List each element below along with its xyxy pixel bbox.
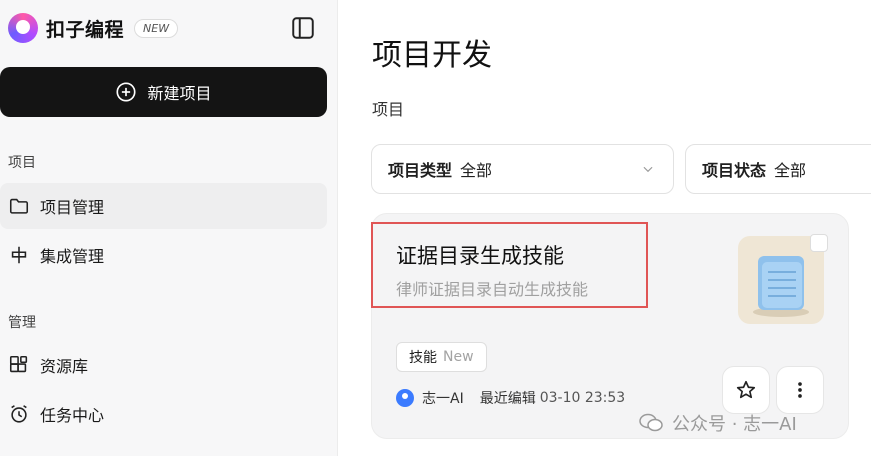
new-badge: NEW bbox=[134, 18, 179, 38]
card-description: 律师证据目录自动生成技能 bbox=[396, 280, 589, 299]
star-icon bbox=[736, 380, 756, 399]
more-vertical-icon bbox=[798, 382, 802, 398]
resource-grid-icon bbox=[9, 355, 28, 373]
filter-value: 全部 bbox=[774, 161, 807, 180]
sidebar-item-label: 项目管理 bbox=[40, 198, 105, 217]
plus-circle-icon bbox=[116, 82, 137, 102]
card-title[interactable]: 证据目录生成技能 bbox=[396, 240, 564, 270]
avatar bbox=[396, 389, 414, 407]
filter-project-type[interactable]: 项目类型 全部 bbox=[371, 144, 674, 194]
sidebar-item-label: 任务中心 bbox=[40, 406, 105, 425]
new-project-button[interactable]: 新建项目 bbox=[0, 67, 327, 117]
main-content: 项目开发 项目 项目类型 全部 项目状态 全部 证据目录生成技能 律师证据目录自… bbox=[338, 0, 871, 456]
filter-project-status[interactable]: 项目状态 全部 bbox=[685, 144, 871, 194]
wechat-icon bbox=[639, 413, 663, 432]
card-select-checkbox[interactable] bbox=[810, 234, 828, 252]
alarm-clock-icon bbox=[11, 405, 27, 423]
filter-value: 全部 bbox=[460, 161, 493, 180]
section-subtitle: 项目 bbox=[372, 100, 405, 119]
watermark: 公众号 · 志一AI bbox=[638, 410, 797, 436]
new-project-label: 新建项目 bbox=[147, 84, 212, 103]
brand-name: 扣子编程 bbox=[46, 18, 125, 41]
page-title: 项目开发 bbox=[372, 38, 492, 73]
favorite-button[interactable] bbox=[722, 366, 770, 414]
tag-label: 技能 bbox=[409, 350, 437, 366]
integration-icon bbox=[11, 246, 27, 264]
card-meta: 志一AI 最近编辑 03-10 23:53 bbox=[396, 388, 625, 408]
sidebar-toggle-icon[interactable] bbox=[290, 15, 316, 41]
card-tag: 技能 New bbox=[396, 342, 487, 372]
sidebar: 扣子编程 NEW 新建项目 项目 项目管理 集成管理 管理 资源库 任务中心 bbox=[0, 0, 338, 456]
more-options-button[interactable] bbox=[776, 366, 824, 414]
sidebar-item-task-center[interactable]: 任务中心 bbox=[0, 391, 327, 437]
section-label-manage: 管理 bbox=[8, 315, 36, 331]
tag-new-badge: New bbox=[443, 349, 474, 365]
sidebar-item-label: 资源库 bbox=[40, 357, 89, 376]
edit-label: 最近编辑 bbox=[479, 391, 536, 407]
edit-time: 03-10 23:53 bbox=[539, 390, 626, 406]
sidebar-item-project-management[interactable]: 项目管理 bbox=[0, 183, 327, 229]
author-name: 志一AI bbox=[422, 391, 464, 407]
watermark-text: 公众号 · 志一AI bbox=[672, 414, 797, 435]
brand-logo-icon bbox=[8, 13, 38, 43]
sidebar-item-integration-management[interactable]: 集成管理 bbox=[0, 232, 327, 278]
filter-label: 项目类型 bbox=[388, 161, 453, 180]
chevron-down-icon bbox=[643, 166, 653, 173]
folder-icon bbox=[9, 198, 29, 214]
sidebar-item-resource-library[interactable]: 资源库 bbox=[0, 342, 327, 388]
sidebar-item-label: 集成管理 bbox=[40, 247, 105, 266]
brand[interactable]: 扣子编程 NEW bbox=[8, 12, 179, 44]
section-label-project: 项目 bbox=[8, 155, 36, 171]
filter-label: 项目状态 bbox=[702, 161, 767, 180]
